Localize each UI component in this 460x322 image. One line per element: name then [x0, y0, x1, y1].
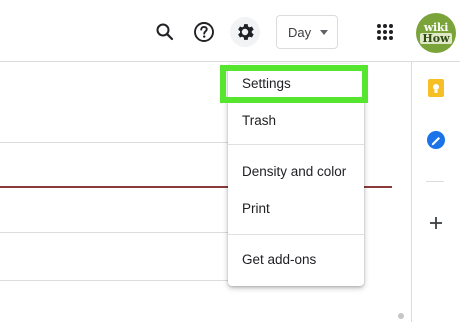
grid-line	[0, 232, 228, 233]
menu-divider	[228, 144, 364, 145]
help-icon	[194, 22, 214, 42]
menu-item-label: Trash	[242, 112, 277, 128]
search-icon	[156, 23, 174, 41]
settings-menu-button[interactable]	[230, 17, 260, 47]
settings-gear-icon	[238, 24, 254, 40]
menu-item-label: Print	[242, 200, 270, 216]
tasks-icon	[427, 131, 445, 149]
keep-icon	[428, 79, 444, 97]
add-panel-button[interactable]	[421, 208, 451, 238]
side-panel-divider	[426, 181, 444, 182]
settings-highlight-outline	[220, 65, 368, 103]
grid-line	[0, 142, 228, 143]
chevron-down-icon	[320, 30, 328, 35]
menu-item-label: Get add-ons	[242, 251, 317, 267]
keep-button[interactable]	[421, 73, 451, 103]
menu-item-print[interactable]: Print	[228, 191, 364, 225]
menu-divider	[228, 234, 364, 235]
scrollbar-thumb[interactable]	[398, 313, 404, 319]
apps-grid-icon	[377, 24, 393, 40]
avatar-text-line2: How	[420, 32, 452, 45]
view-selector-button[interactable]: Day	[276, 15, 338, 49]
tasks-button[interactable]	[421, 125, 451, 155]
menu-item-density-and-color[interactable]: Density and color	[228, 154, 364, 188]
account-avatar[interactable]: wiki How	[416, 13, 456, 53]
top-bar: Day wiki How	[0, 0, 460, 62]
menu-item-trash[interactable]: Trash	[228, 103, 364, 137]
menu-item-label: Density and color	[242, 163, 347, 179]
grid-line	[0, 280, 228, 281]
menu-item-get-add-ons[interactable]: Get add-ons	[228, 242, 364, 276]
help-button[interactable]	[189, 17, 219, 47]
apps-launcher-button[interactable]	[370, 17, 400, 47]
add-icon	[430, 217, 442, 229]
view-selector-label: Day	[288, 24, 312, 40]
search-button[interactable]	[150, 17, 180, 47]
